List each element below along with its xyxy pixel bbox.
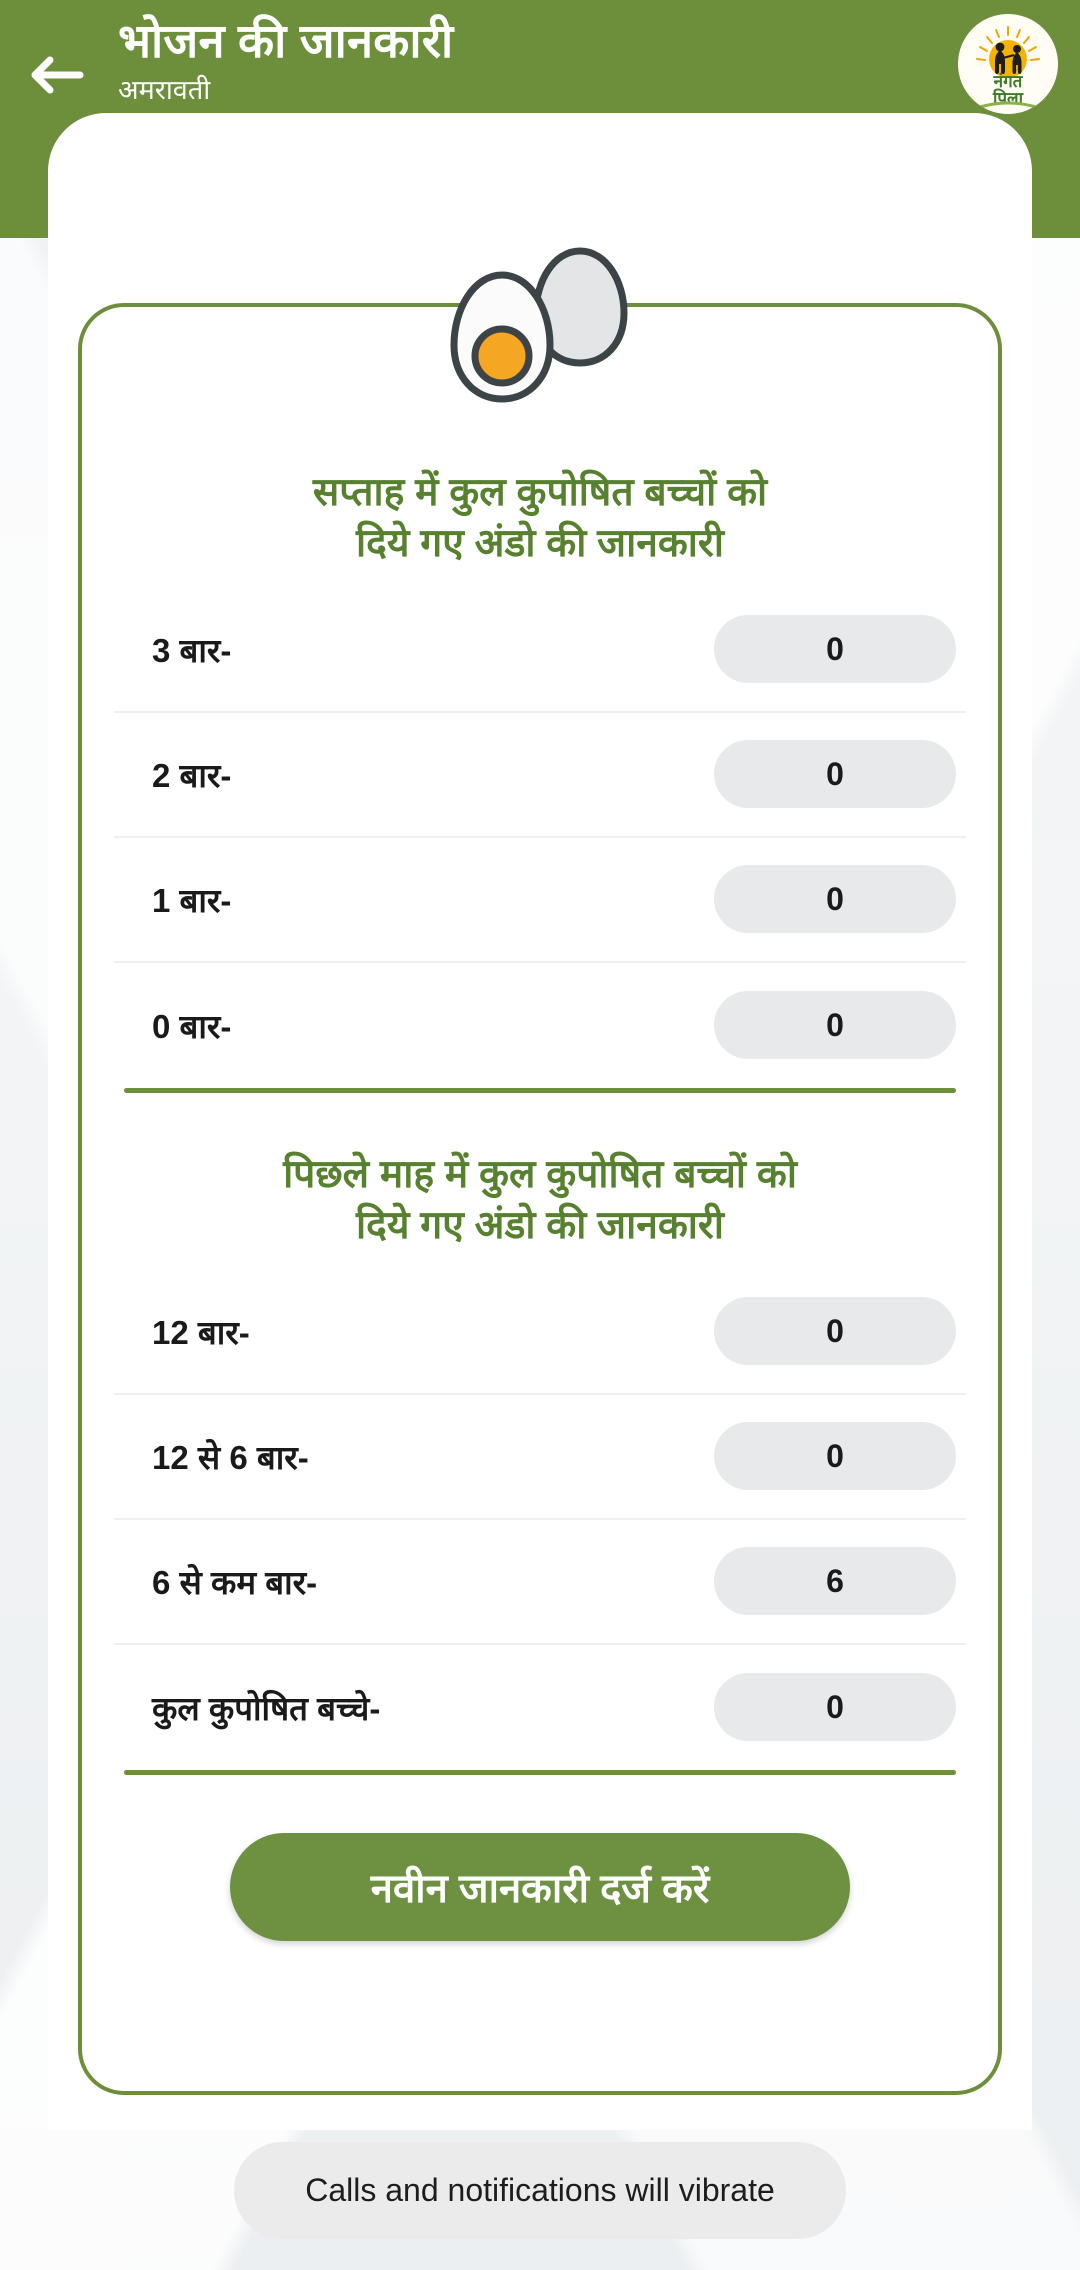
info-row-value[interactable]: 0 — [714, 1673, 956, 1742]
info-row: 1 बार- 0 — [114, 838, 966, 963]
section-title: पिछले माह में कुल कुपोषित बच्चों को दिये… — [283, 1152, 797, 1248]
info-row-value[interactable]: 0 — [714, 1422, 956, 1491]
page-subtitle: अमरावती — [118, 75, 211, 106]
nangat-pila-logo-icon: नंगत पिला — [958, 14, 1058, 114]
info-row: कुल कुपोषित बच्चे- 0 — [114, 1645, 966, 1770]
boiled-eggs-icon — [430, 243, 650, 403]
app-logo[interactable]: नंगत पिला — [958, 14, 1058, 114]
info-row: 0 बार- 0 — [114, 963, 966, 1088]
arrow-left-icon — [28, 49, 84, 101]
info-row-value[interactable]: 0 — [714, 740, 956, 809]
info-row-value[interactable]: 0 — [714, 615, 956, 684]
info-card: सप्ताह में कुल कुपोषित बच्चों को दिये गए… — [78, 303, 1002, 2095]
section-rows: 12 बार- 0 12 से 6 बार- 0 6 से कम बार- 6 कुल कु… — [114, 1270, 966, 1770]
section-rows: 3 बार- 0 2 बार- 0 1 बार- 0 0 बार- 0 — [114, 588, 966, 1088]
info-row-label: 6 से कम बार- — [152, 1563, 318, 1601]
info-row: 6 से कम बार- 6 — [114, 1520, 966, 1645]
add-new-entry-button[interactable]: नवीन जानकारी दर्ज करें — [230, 1832, 850, 1941]
info-row-label: 3 बार- — [152, 631, 232, 669]
info-row-label: 1 बार- — [152, 881, 232, 919]
section-title: सप्ताह में कुल कुपोषित बच्चों को दिये गए… — [312, 471, 768, 566]
info-row-label: 12 से 6 बार- — [152, 1438, 309, 1476]
info-row: 3 बार- 0 — [114, 588, 966, 713]
card-content: सप्ताह में कुल कुपोषित बच्चों को दिये गए… — [82, 307, 998, 1941]
toast-message: Calls and notifications will vibrate — [234, 2142, 846, 2239]
info-row-value[interactable]: 0 — [714, 865, 956, 934]
header-title-group: भोजन की जानकारी अमरावती — [118, 12, 453, 107]
info-row: 2 बार- 0 — [114, 713, 966, 838]
info-row-label: 2 बार- — [152, 756, 232, 794]
info-row-value[interactable]: 0 — [714, 1297, 956, 1366]
info-row-label: कुल कुपोषित बच्चे- — [152, 1689, 381, 1727]
section-divider — [124, 1769, 956, 1775]
info-row: 12 से 6 बार- 0 — [114, 1395, 966, 1520]
info-row: 12 बार- 0 — [114, 1270, 966, 1395]
page-title: भोजन की जानकारी — [118, 14, 454, 67]
info-row-label: 12 बार- — [152, 1313, 250, 1351]
back-button[interactable] — [16, 40, 96, 110]
app-screen: भोजन की जानकारी अमरावती नंगत पिला सप्ताह… — [0, 0, 1080, 2270]
section-divider — [124, 1087, 956, 1093]
submit-area: नवीन जानकारी दर्ज करें — [114, 1832, 966, 1941]
info-row-value[interactable]: 6 — [714, 1547, 956, 1616]
info-row-label: 0 बार- — [152, 1007, 232, 1045]
info-row-value[interactable]: 0 — [714, 991, 956, 1060]
